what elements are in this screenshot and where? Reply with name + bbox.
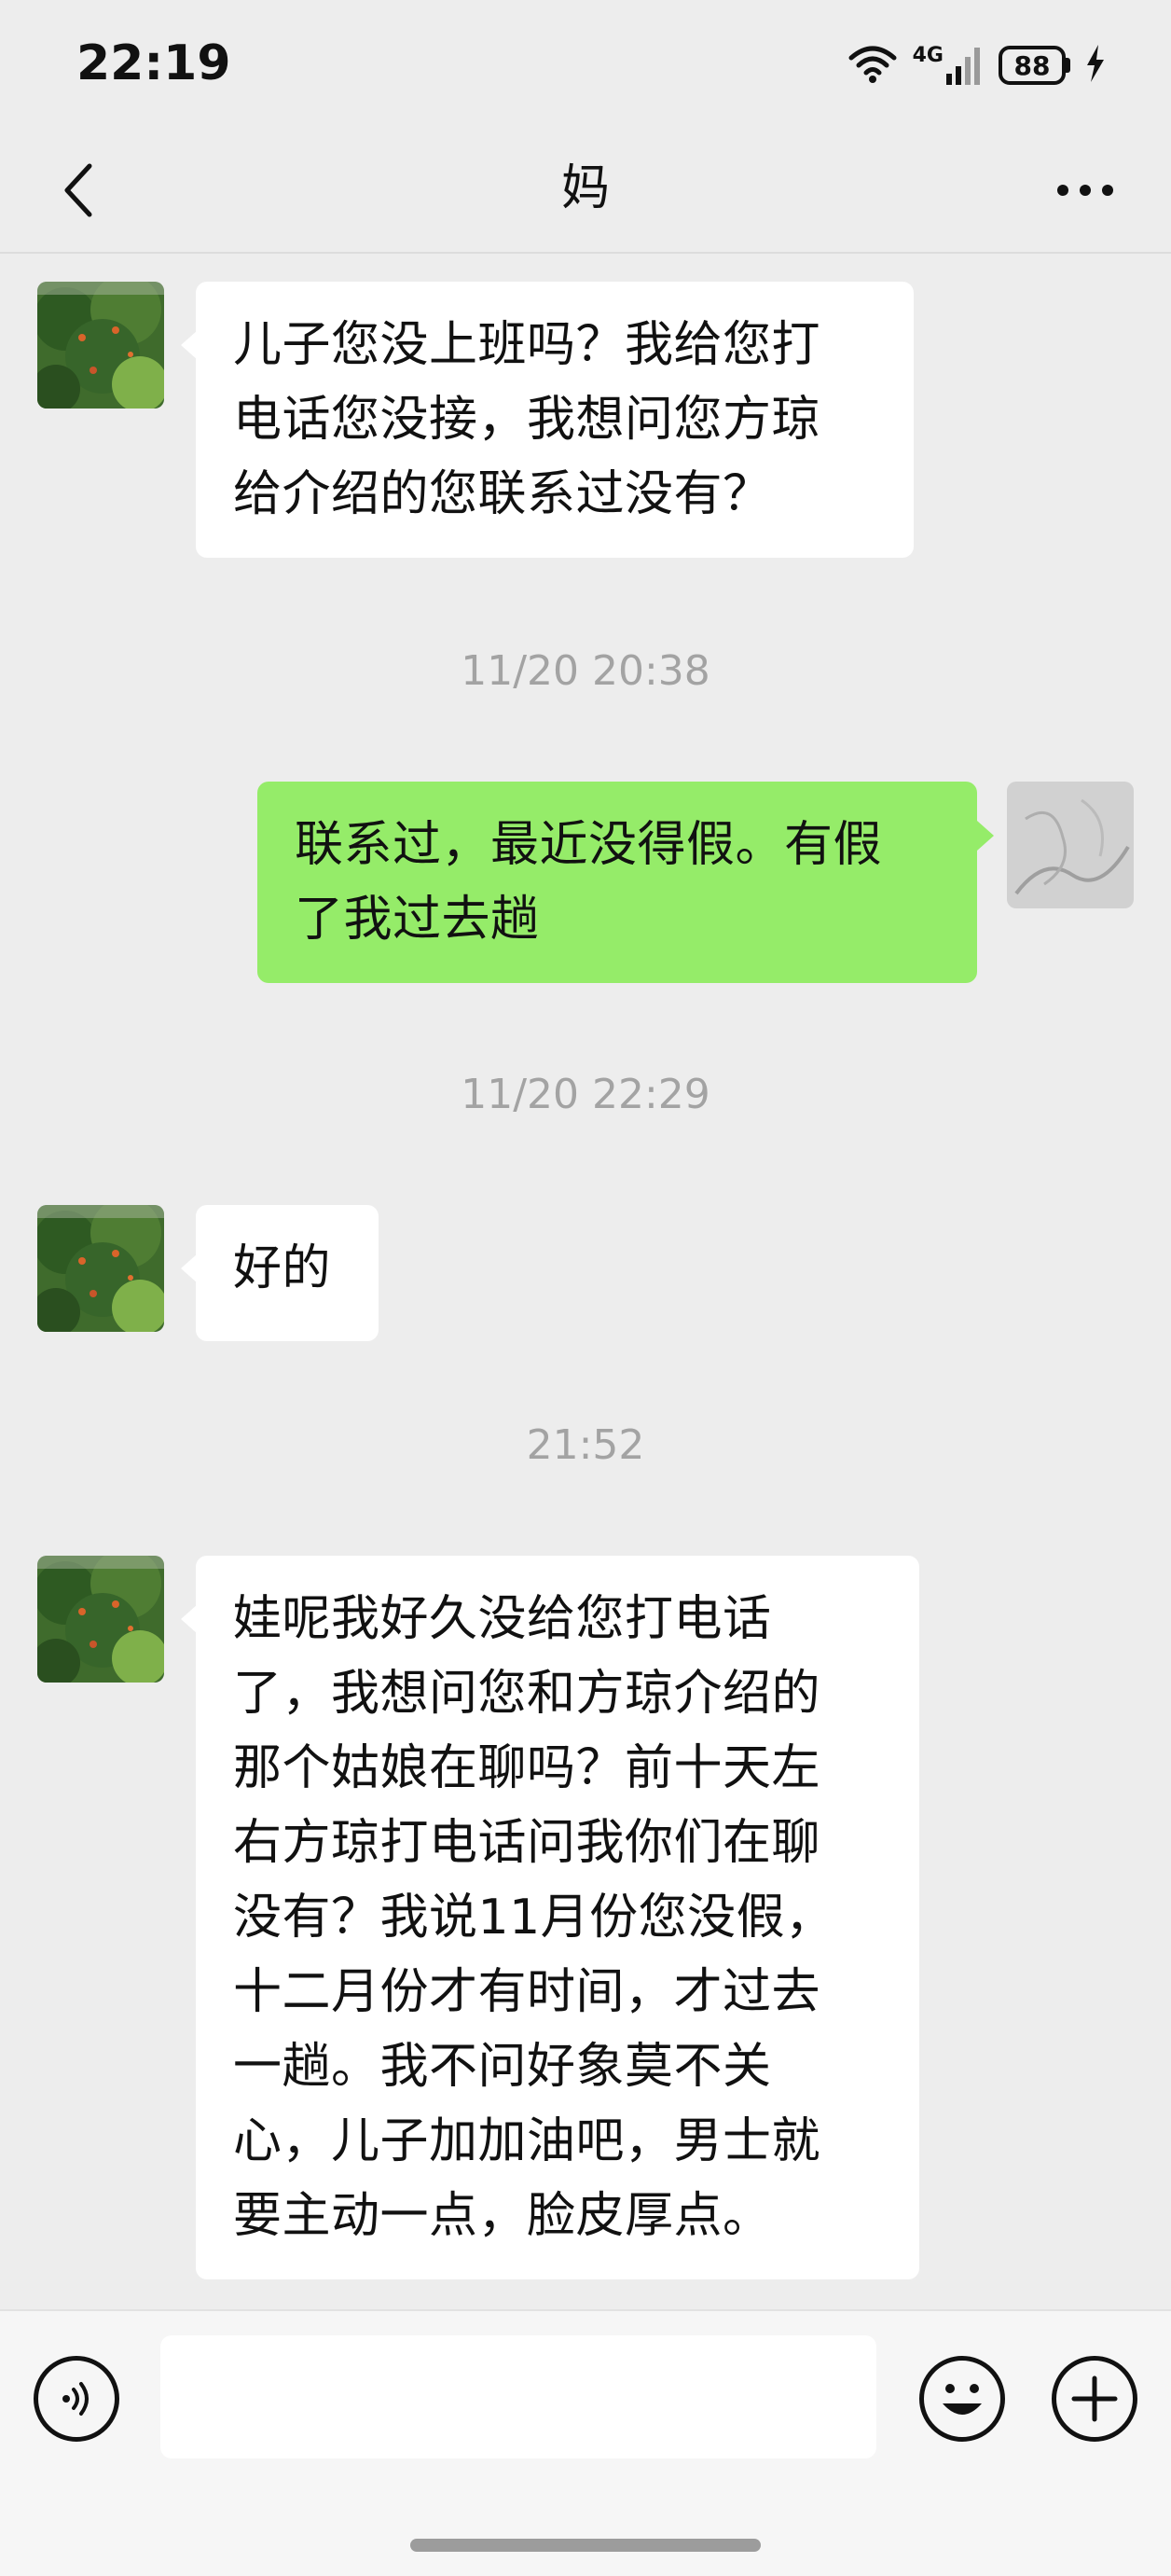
more-options-button[interactable] xyxy=(1052,2356,1137,2442)
charging-icon xyxy=(1085,45,1106,86)
message-input[interactable] xyxy=(160,2335,876,2458)
contact-avatar[interactable] xyxy=(37,1556,164,1683)
status-bar: 22:19 4G 88 xyxy=(0,0,1171,131)
chat-input-bar xyxy=(0,2309,1171,2576)
plus-icon xyxy=(1071,2375,1118,2422)
chat-header: 妈 xyxy=(0,131,1171,254)
battery-cap xyxy=(1066,58,1070,73)
wifi-icon xyxy=(847,43,898,88)
incoming-message-bubble[interactable]: 儿子您没上班吗？我给您打 电话您没接，我想问您方琼 给介绍的您联系过没有？ xyxy=(196,282,914,558)
more-button[interactable] xyxy=(1048,153,1123,228)
outgoing-message-bubble[interactable]: 联系过，最近没得假。有假 了我过去趟 xyxy=(257,782,977,983)
emoji-button[interactable] xyxy=(919,2356,1005,2442)
user-avatar[interactable] xyxy=(1007,782,1134,908)
battery-indicator: 88 xyxy=(999,46,1070,85)
timestamp: 11/20 22:29 xyxy=(461,1071,710,1118)
voice-icon xyxy=(62,2382,89,2416)
more-icon xyxy=(1057,185,1113,196)
timestamp: 21:52 xyxy=(526,1421,645,1469)
voice-button[interactable] xyxy=(34,2356,119,2442)
contact-avatar[interactable] xyxy=(37,1205,164,1332)
incoming-message-bubble[interactable]: 好的 xyxy=(196,1205,379,1341)
incoming-message-bubble[interactable]: 娃呢我好久没给您打电话 了，我想问您和方琼介绍的 那个姑娘在聊吗？前十天左 右方… xyxy=(196,1556,919,2279)
status-icons: 4G 88 xyxy=(847,41,1106,90)
home-indicator[interactable] xyxy=(410,2539,761,2552)
bubble-tail xyxy=(977,821,994,851)
timestamp: 11/20 20:38 xyxy=(461,647,710,695)
contact-avatar[interactable] xyxy=(37,282,164,409)
chat-title: 妈 xyxy=(560,160,610,216)
emoji-icon xyxy=(943,2384,982,2415)
network-type-label: 4G xyxy=(912,44,944,67)
battery-level: 88 xyxy=(999,46,1066,85)
status-time: 22:19 xyxy=(76,35,231,91)
signal-icon: 4G xyxy=(913,46,984,85)
